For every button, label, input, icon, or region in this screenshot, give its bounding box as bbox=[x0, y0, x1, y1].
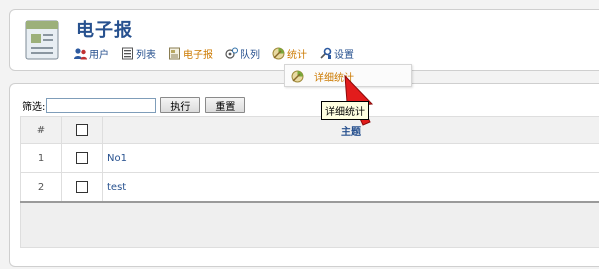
table-row: 2 test bbox=[20, 172, 599, 203]
row-subject-link[interactable]: No1 bbox=[102, 143, 599, 173]
nav-item-queue[interactable]: 队列 bbox=[225, 46, 260, 61]
settings-icon bbox=[320, 47, 332, 59]
app-logo-icon bbox=[25, 20, 59, 60]
table-header-row: # 主题 bbox=[20, 116, 599, 144]
statistics-icon bbox=[272, 47, 285, 60]
execute-button[interactable]: 执行 bbox=[160, 97, 201, 113]
statistics-icon bbox=[291, 70, 304, 83]
filter-bar: 筛选: 执行 重置 bbox=[22, 97, 250, 113]
row-checkbox[interactable] bbox=[76, 152, 88, 164]
row-number: 2 bbox=[20, 172, 62, 203]
queue-icon bbox=[225, 47, 238, 59]
nav-item-list[interactable]: 列表 bbox=[121, 46, 156, 61]
nav-label-list: 列表 bbox=[136, 50, 156, 61]
row-checkbox-cell bbox=[61, 143, 103, 173]
nav-label-users: 用户 bbox=[89, 50, 109, 61]
filter-label: 筛选: bbox=[22, 101, 46, 113]
main-nav: 用户 列表 电子报 队列 统计 设置 bbox=[74, 46, 366, 61]
nav-item-newsletter[interactable]: 电子报 bbox=[168, 46, 213, 61]
nav-label-settings: 设置 bbox=[334, 50, 354, 61]
select-all-checkbox[interactable] bbox=[76, 124, 88, 136]
newsletter-table: # 主题 1 No1 2 test bbox=[20, 116, 599, 248]
newsletter-icon bbox=[169, 47, 180, 60]
nav-label-queue: 队列 bbox=[240, 50, 260, 61]
users-icon bbox=[74, 48, 87, 60]
list-icon bbox=[122, 47, 133, 60]
table-footer bbox=[20, 201, 599, 248]
table-footer-row bbox=[20, 201, 599, 248]
app-title: 电子报 bbox=[76, 20, 133, 41]
row-checkbox-cell bbox=[61, 172, 103, 203]
row-checkbox[interactable] bbox=[76, 181, 88, 193]
nav-item-statistics[interactable]: 统计 bbox=[272, 46, 307, 61]
column-header-select bbox=[61, 116, 103, 144]
header-panel: 电子报 用户 列表 电子报 队列 统计 设置 bbox=[9, 9, 599, 71]
reset-button[interactable]: 重置 bbox=[205, 97, 246, 113]
filter-input[interactable] bbox=[46, 97, 157, 113]
table-row: 1 No1 bbox=[20, 143, 599, 173]
nav-label-newsletter: 电子报 bbox=[183, 50, 213, 61]
row-number: 1 bbox=[20, 143, 62, 173]
nav-item-users[interactable]: 用户 bbox=[74, 46, 109, 61]
nav-label-statistics: 统计 bbox=[287, 50, 307, 61]
tooltip: 详细统计 bbox=[321, 101, 369, 120]
column-header-number: # bbox=[20, 116, 62, 144]
row-subject-link[interactable]: test bbox=[102, 172, 599, 203]
nav-item-settings[interactable]: 设置 bbox=[319, 46, 354, 61]
